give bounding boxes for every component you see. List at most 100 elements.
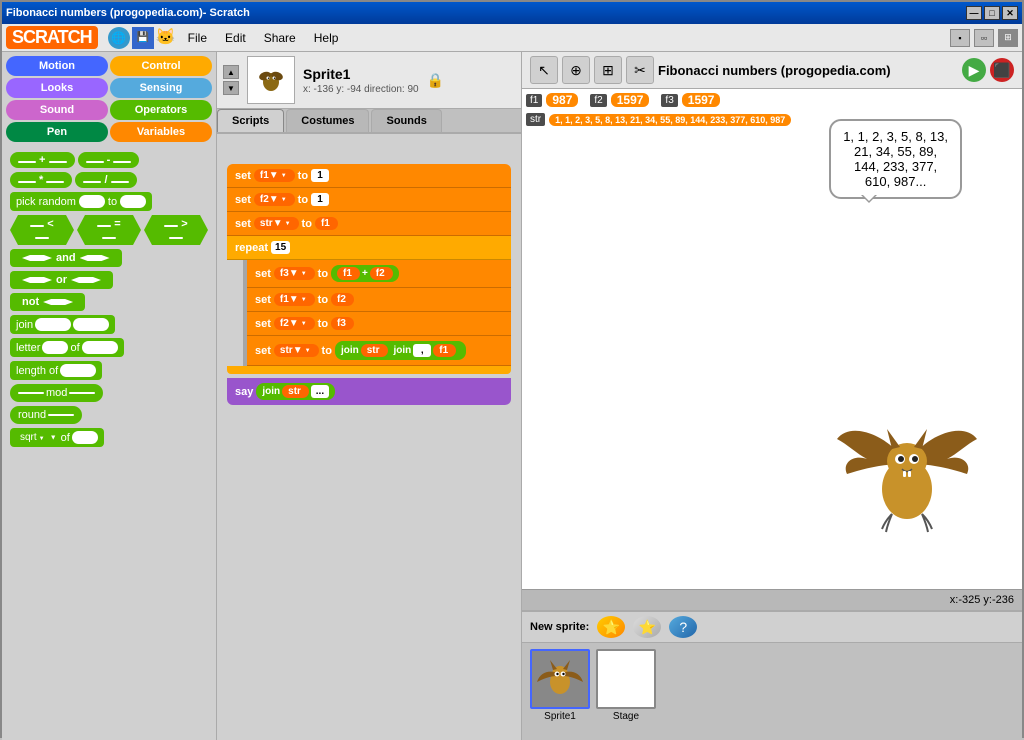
minimize-button[interactable]: — (966, 6, 982, 20)
close-button[interactable]: ✕ (1002, 6, 1018, 20)
stage-view-2[interactable]: ▫▫ (974, 29, 994, 47)
join-val2[interactable]: world (73, 318, 109, 331)
str-variable-display: str 1, 1, 2, 3, 5, 8, 13, 21, 34, 55, 89… (526, 113, 791, 126)
share-menu[interactable]: Share (256, 28, 304, 48)
cat-icon: 🐱 (156, 27, 178, 49)
window-controls[interactable]: — □ ✕ (966, 6, 1018, 20)
globe-icon[interactable]: 🌐 (108, 27, 130, 49)
f1-var2[interactable]: f1▼ (274, 293, 315, 306)
set-f1-f2-block[interactable]: set f1▼ to f2 (247, 288, 511, 312)
tab-sounds[interactable]: Sounds (371, 109, 441, 132)
f2-plus-right: f2 (370, 267, 393, 280)
divide-block[interactable]: / (75, 172, 136, 188)
tab-scripts[interactable]: Scripts (217, 109, 284, 132)
set-str-join-block[interactable]: set str▼ to join str join , f1 (247, 336, 511, 366)
scratch-logo: SCRATCH (6, 26, 98, 49)
sprite-item-stage[interactable]: Stage (596, 649, 656, 734)
f2-val[interactable]: 1 (311, 193, 329, 206)
f1-var[interactable]: f1▼ (254, 169, 295, 182)
lock-icon[interactable]: 🔒 (427, 72, 444, 89)
or-block[interactable]: or (10, 271, 113, 289)
sprite-nav[interactable]: ▲ ▼ (223, 65, 239, 95)
str-var2[interactable]: str▼ (274, 344, 319, 357)
sqrt-block[interactable]: sqrt▼ of 10 (10, 428, 104, 447)
add-block[interactable]: + (10, 152, 75, 168)
duplicate-tool[interactable]: ⊞ (594, 56, 622, 84)
sqrt-dropdown[interactable]: sqrt▼ (16, 431, 59, 444)
cat-operators-button[interactable]: Operators (110, 100, 212, 120)
add-sprite-folder-button[interactable]: ⭐ (633, 616, 661, 638)
add-sprite-star-button[interactable]: ⭐ (597, 616, 625, 638)
f2-var2[interactable]: f2▼ (274, 317, 315, 330)
repeat-header[interactable]: repeat 15 (227, 236, 511, 260)
set-f1-block[interactable]: set f1▼ to 1 (227, 164, 511, 188)
length-block[interactable]: length of world (10, 361, 102, 380)
cat-variables-button[interactable]: Variables (110, 122, 212, 142)
join-block[interactable]: join hello world (10, 315, 115, 334)
subtract-block[interactable]: - (78, 152, 140, 168)
repeat-val[interactable]: 15 (271, 241, 290, 254)
set-f3-block[interactable]: set f3▼ to f1 + f2 (247, 260, 511, 288)
file-menu[interactable]: File (180, 28, 215, 48)
set-f2-block[interactable]: set f2▼ to 1 (227, 188, 511, 212)
stage-area[interactable]: f1 987 f2 1597 f3 1597 str 1, 1, 2, 3, 5… (522, 89, 1022, 589)
mod-val1[interactable] (18, 392, 44, 394)
greater-than-block[interactable]: > (144, 215, 208, 245)
round-val[interactable] (48, 414, 74, 416)
zoom-tool[interactable]: ⊕ (562, 56, 590, 84)
cat-control-button[interactable]: Control (110, 56, 212, 76)
stage-view-1[interactable]: ▪ (950, 29, 970, 47)
equals-block[interactable]: = (77, 215, 141, 245)
repeat-label: repeat (235, 242, 268, 254)
comma-val[interactable]: , (413, 344, 431, 357)
delete-tool[interactable]: ✂ (626, 56, 654, 84)
set-str-block[interactable]: set str▼ to f1 (227, 212, 511, 236)
not-block[interactable]: not (10, 293, 85, 311)
cat-looks-button[interactable]: Looks (6, 78, 108, 98)
pick-random-val1[interactable]: 1 (79, 195, 105, 208)
tab-costumes[interactable]: Costumes (286, 109, 369, 132)
and-block[interactable]: and (10, 249, 122, 267)
save-icon[interactable]: 💾 (132, 27, 154, 49)
script-stack: set f1▼ to 1 set f2▼ to 1 set str▼ to (227, 164, 511, 405)
set-f2-f3-block[interactable]: set f2▼ to f3 (247, 312, 511, 336)
scripts-panel: ▲ ▼ Sprite1 x: -136 y: -94 direction: 90 (217, 52, 522, 740)
join-val1[interactable]: hello (35, 318, 71, 331)
letter-val1[interactable]: 1 (42, 341, 68, 354)
green-flag-button[interactable]: ▶ (962, 58, 986, 82)
cat-sound-button[interactable]: Sound (6, 100, 108, 120)
sprite-header: ▲ ▼ Sprite1 x: -136 y: -94 direction: 90 (217, 52, 521, 109)
cat-motion-button[interactable]: Motion (6, 56, 108, 76)
letter-block[interactable]: letter 1 of world (10, 338, 124, 357)
maximize-button[interactable]: □ (984, 6, 1000, 20)
cursor-tool[interactable]: ↖ (530, 56, 558, 84)
mod-val2[interactable] (69, 392, 95, 394)
f3-var[interactable]: f3▼ (274, 267, 315, 280)
sqrt-val[interactable]: 10 (72, 431, 98, 444)
f2-var[interactable]: f2▼ (254, 193, 295, 206)
sprite-item-sprite1[interactable]: Sprite1 (530, 649, 590, 734)
str-var[interactable]: str▼ (254, 217, 299, 230)
stop-button[interactable]: ⬛ (990, 58, 1014, 82)
pick-random-val2[interactable]: 10 (120, 195, 146, 208)
help-menu[interactable]: Help (306, 28, 347, 48)
say-block[interactable]: say join str ... (227, 378, 511, 405)
round-block[interactable]: round (10, 406, 82, 424)
f1-val[interactable]: 1 (311, 169, 329, 182)
length-val[interactable]: world (60, 364, 96, 377)
mod-block[interactable]: mod (10, 384, 103, 402)
pick-random-block[interactable]: pick random 1 to 10 (10, 192, 152, 211)
add-sprite-random-button[interactable]: ? (669, 616, 697, 638)
stage-view-3[interactable]: ⊞ (998, 29, 1018, 47)
cat-pen-button[interactable]: Pen (6, 122, 108, 142)
edit-menu[interactable]: Edit (217, 28, 254, 48)
letter-of: of (70, 342, 79, 354)
sprite-nav-up[interactable]: ▲ (223, 65, 239, 79)
cat-sensing-button[interactable]: Sensing (110, 78, 212, 98)
str-var-name: str (526, 113, 545, 126)
sprite-nav-down[interactable]: ▼ (223, 81, 239, 95)
letter-val2[interactable]: world (82, 341, 118, 354)
multiply-block[interactable]: * (10, 172, 72, 188)
less-than-block[interactable]: < (10, 215, 74, 245)
ellipsis-val[interactable]: ... (311, 385, 329, 398)
